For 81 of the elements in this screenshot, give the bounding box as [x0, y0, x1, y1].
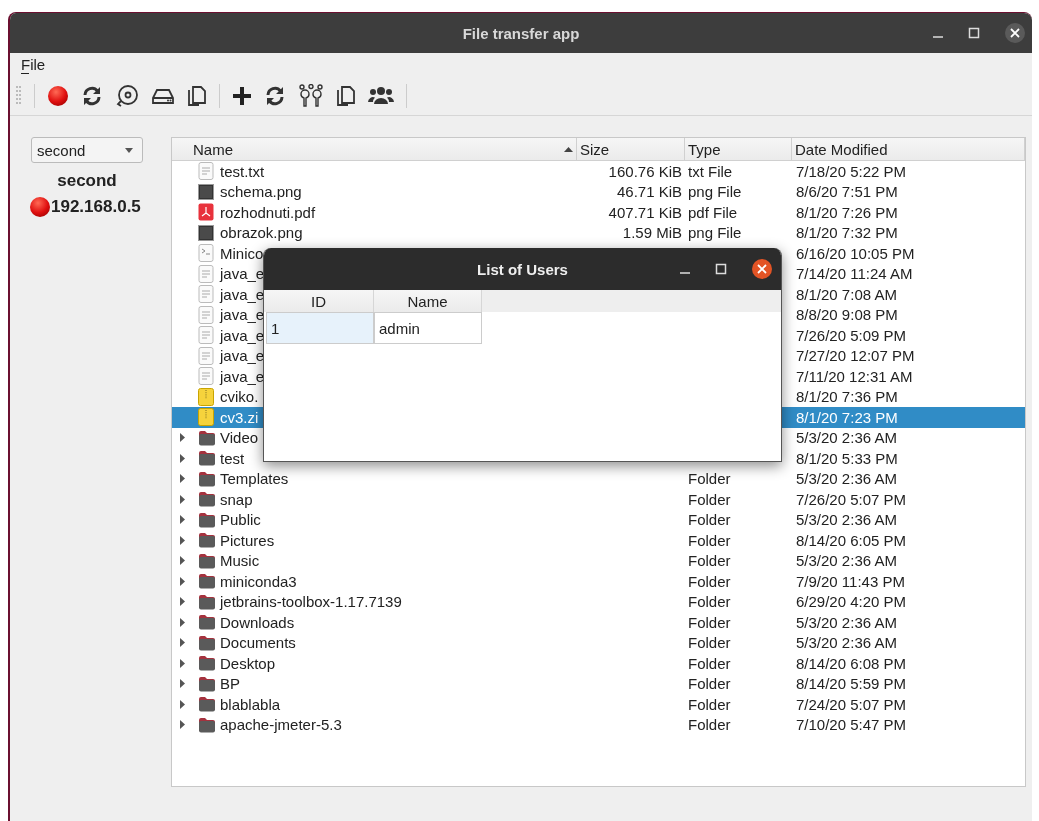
file-type: txt File	[688, 162, 733, 180]
file-name: cviko.	[220, 388, 259, 406]
file-name: Pictures	[220, 531, 275, 549]
date-modified: 6/29/20 4:20 PM	[796, 593, 907, 611]
date-modified: 7/24/20 5:07 PM	[796, 695, 907, 713]
file-name: java_e	[220, 265, 265, 283]
file-type: Folder	[688, 654, 731, 672]
file-name: obrazok.png	[220, 224, 303, 242]
date-modified: 7/9/20 11:43 PM	[796, 572, 905, 590]
file-name: java_e	[220, 367, 265, 385]
date-modified: 7/11/20 12:31 AM	[796, 367, 913, 385]
file-size: 407.71 KiB	[608, 203, 682, 221]
file-type: png File	[688, 183, 742, 201]
file-type: png File	[688, 224, 742, 242]
file-name: blablabla	[220, 695, 281, 713]
file-type: Folder	[688, 531, 731, 549]
file-name: apache-jmeter-5.3	[220, 716, 342, 734]
file-size: 160.76 KiB	[608, 162, 682, 180]
file-name: Documents	[220, 634, 296, 652]
date-modified: 7/10/20 5:47 PM	[796, 716, 907, 734]
file-size: 46.71 KiB	[616, 183, 682, 201]
date-modified: 8/6/20 7:51 PM	[796, 183, 898, 201]
server-name: second	[57, 171, 117, 191]
file-name: BP	[220, 675, 240, 693]
date-modified: 8/1/20 5:33 PM	[796, 449, 898, 467]
dialog-title: List of Users	[477, 260, 568, 278]
date-modified: 5/3/20 2:36 AM	[796, 429, 897, 447]
date-modified: 8/1/20 7:23 PM	[796, 408, 898, 426]
file-name: java_e	[220, 326, 265, 344]
file-name: Templates	[220, 470, 289, 488]
file-name: miniconda3	[220, 572, 297, 590]
file-name: java_e	[220, 347, 265, 365]
date-modified: 8/14/20 6:05 PM	[796, 531, 907, 549]
file-name: test	[220, 449, 245, 467]
file-type: Folder	[688, 593, 731, 611]
date-modified: 8/1/20 7:26 PM	[796, 203, 898, 221]
date-modified: 7/26/20 5:09 PM	[796, 326, 907, 344]
date-modified: 8/1/20 7:36 PM	[796, 388, 898, 406]
date-modified: 8/8/20 9:08 PM	[796, 306, 898, 324]
file-type: Folder	[688, 613, 731, 631]
date-modified: 5/3/20 2:36 AM	[796, 470, 897, 488]
date-modified: 8/1/20 7:08 AM	[796, 285, 897, 303]
file-type: Folder	[688, 572, 731, 590]
file-size: 1.59 MiB	[622, 224, 682, 242]
file-name: cv3.zi	[220, 408, 259, 426]
date-modified: 7/14/20 11:24 AM	[796, 265, 913, 283]
window-title: File transfer app	[462, 24, 580, 42]
date-modified: 6/16/20 10:05 PM	[796, 244, 915, 262]
file-type: Folder	[688, 552, 731, 570]
file-name: schema.png	[220, 183, 302, 201]
ip-address: 192.168.0.5	[51, 197, 141, 217]
date-modified: 8/14/20 5:59 PM	[796, 675, 907, 693]
file-type: Folder	[688, 490, 731, 508]
file-name: rozhodnuti.pdf	[220, 203, 316, 221]
file-name: Public	[220, 511, 261, 529]
file-name: Desktop	[220, 654, 276, 672]
date-modified: 8/1/20 7:32 PM	[796, 224, 898, 242]
file-name: java_e	[220, 306, 265, 324]
date-modified: 5/3/20 2:36 AM	[796, 552, 897, 570]
file-type: Folder	[688, 675, 731, 693]
file-name: jetbrains-toolbox-1.17.7139	[220, 593, 402, 611]
file-type: Folder	[688, 511, 731, 529]
file-name: test.txt	[220, 162, 265, 180]
file-type: Folder	[688, 716, 731, 734]
file-name: Music	[220, 552, 260, 570]
file-name: Downloads	[220, 613, 295, 631]
date-modified: 5/3/20 2:36 AM	[796, 511, 897, 529]
file-name: snap	[220, 490, 253, 508]
file-name: java_e	[220, 285, 265, 303]
date-modified: 7/27/20 12:07 PM	[796, 347, 915, 365]
file-type: pdf File	[688, 203, 738, 221]
file-type: Folder	[688, 695, 731, 713]
file-name: Video	[220, 429, 259, 447]
file-name: Minico	[220, 244, 264, 262]
date-modified: 8/14/20 6:08 PM	[796, 654, 907, 672]
file-type: Folder	[688, 634, 731, 652]
date-modified: 7/26/20 5:07 PM	[796, 490, 907, 508]
date-modified: 5/3/20 2:36 AM	[796, 634, 897, 652]
file-type: Folder	[688, 470, 731, 488]
date-modified: 5/3/20 2:36 AM	[796, 613, 897, 631]
date-modified: 7/18/20 5:22 PM	[796, 162, 907, 180]
